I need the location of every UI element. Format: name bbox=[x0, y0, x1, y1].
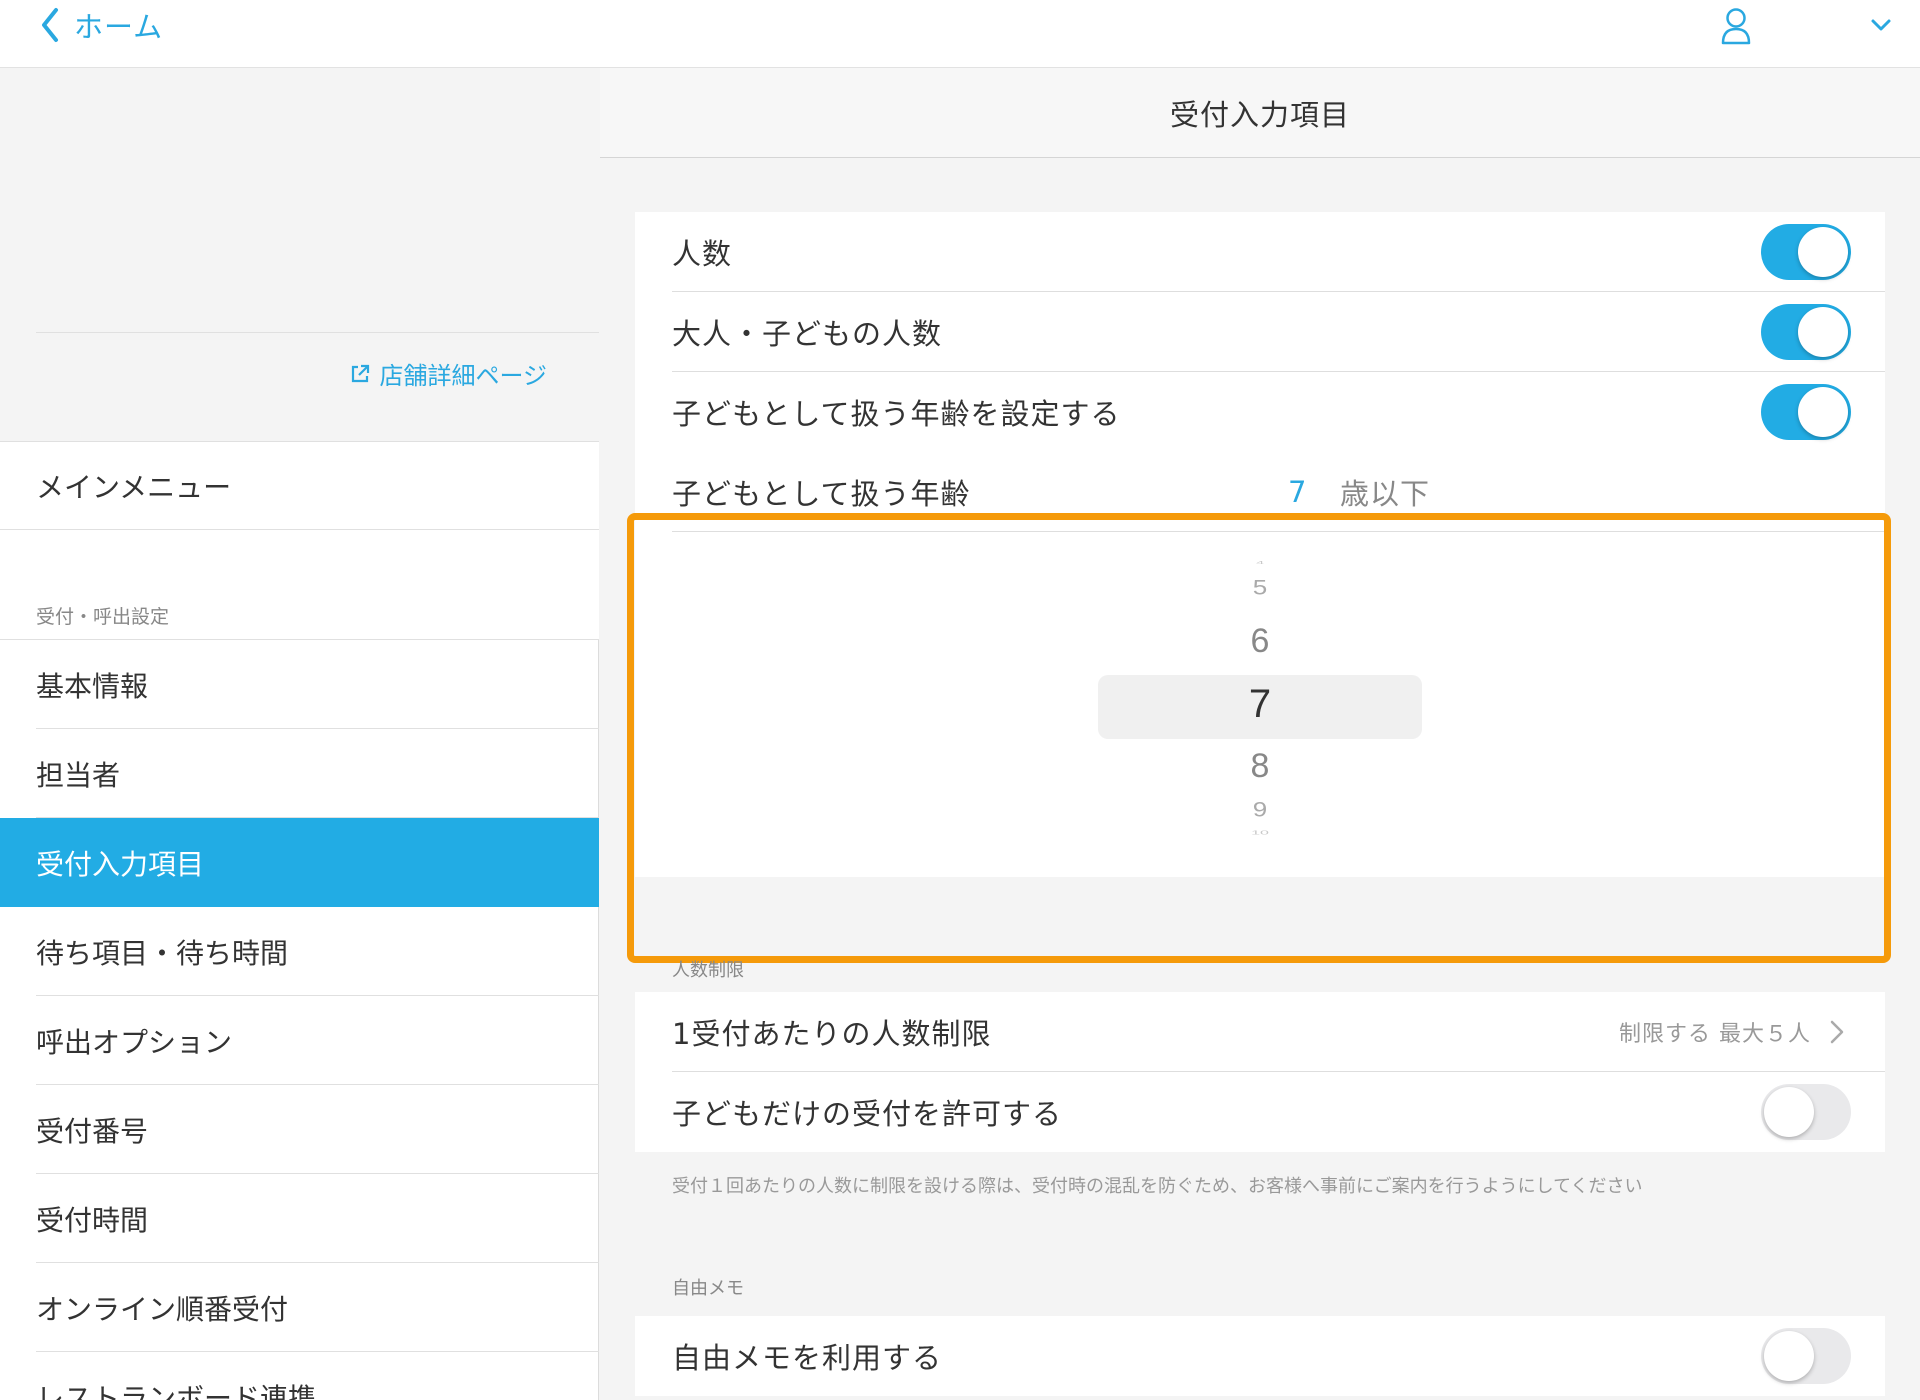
sidebar-item-reception-number[interactable]: 受付番号 bbox=[0, 1085, 599, 1174]
picker-option[interactable]: 6 bbox=[1160, 622, 1360, 661]
limit-note: 受付１回あたりの人数に制限を設ける際は、受付時の混乱を防ぐため、お客様へ事前にご… bbox=[672, 1176, 1643, 1197]
sidebar-section: 受付・呼出設定 bbox=[0, 530, 599, 639]
child-age-label: 子どもとして扱う年齢 bbox=[672, 477, 971, 511]
children-only-row: 子どもだけの受付を許可する bbox=[635, 1072, 1885, 1152]
sidebar: 店舗詳細ページ メインメニュー 受付・呼出設定 基本情報 担当者 受付入力項目 … bbox=[0, 68, 599, 1400]
picker-option[interactable]: 10 bbox=[1160, 830, 1360, 836]
setting-label: 子どもとして扱う年齢を設定する bbox=[672, 397, 1121, 431]
store-detail-link-label: 店舗詳細ページ bbox=[379, 362, 547, 390]
back-button[interactable]: ホーム bbox=[38, 4, 163, 46]
sidebar-item-input-fields[interactable]: 受付入力項目 bbox=[0, 818, 599, 907]
per-reception-limit-value: 制限する 最大５人 bbox=[1619, 1022, 1811, 1047]
sidebar-item-staff[interactable]: 担当者 bbox=[0, 729, 599, 818]
setting-label: 人数 bbox=[672, 237, 733, 271]
memo-card: 自由メモを利用する bbox=[635, 1316, 1885, 1396]
setting-label: 大人・子どもの人数 bbox=[672, 317, 943, 351]
per-reception-limit-label: 1受付あたりの人数制限 bbox=[672, 1017, 992, 1051]
child-age-enable-toggle[interactable] bbox=[1761, 384, 1851, 440]
setting-row-child-age-enable: 子どもとして扱う年齢を設定する bbox=[635, 372, 1885, 452]
children-only-label: 子どもだけの受付を許可する bbox=[672, 1097, 1063, 1131]
picker-option[interactable]: 8 bbox=[1160, 747, 1360, 786]
limit-card: 1受付あたりの人数制限 制限する 最大５人 子どもだけの受付を許可する bbox=[635, 992, 1885, 1152]
sidebar-item-call-options[interactable]: 呼出オプション bbox=[0, 996, 599, 1085]
per-reception-limit-row[interactable]: 1受付あたりの人数制限 制限する 最大５人 bbox=[635, 992, 1885, 1072]
page-title: 受付入力項目 bbox=[600, 68, 1920, 158]
chevron-right-icon bbox=[1830, 1020, 1844, 1044]
sidebar-section-header: 受付・呼出設定 bbox=[36, 606, 170, 628]
chevron-down-icon[interactable] bbox=[1866, 10, 1896, 40]
sidebar-item-online-queue[interactable]: オンライン順番受付 bbox=[0, 1263, 599, 1352]
age-picker-wheel[interactable]: 4 5 6 7 8 9 10 bbox=[635, 532, 1885, 877]
use-memo-row: 自由メモを利用する bbox=[635, 1316, 1885, 1396]
top-bar: ホーム bbox=[0, 0, 1920, 68]
setting-row-adult-child: 大人・子どもの人数 bbox=[635, 292, 1885, 372]
memo-section-header: 自由メモ bbox=[672, 1278, 744, 1299]
sidebar-item-restaurant-board[interactable]: レストランボード連携 bbox=[0, 1352, 599, 1400]
external-link-icon bbox=[352, 364, 370, 382]
user-icon[interactable] bbox=[1720, 6, 1752, 46]
settings-card: 人数 大人・子どもの人数 子どもとして扱う年齢を設定する 子どもとして扱う年齢 … bbox=[635, 212, 1885, 877]
store-detail-link[interactable]: 店舗詳細ページ bbox=[349, 356, 547, 391]
sidebar-item-basic-info[interactable]: 基本情報 bbox=[0, 640, 599, 729]
limit-section-header: 人数制限 bbox=[672, 960, 744, 981]
picker-option-selected[interactable]: 7 bbox=[1160, 682, 1360, 727]
store-header: 店舗詳細ページ bbox=[0, 68, 599, 442]
main-panel: 受付入力項目 人数 大人・子どもの人数 子どもとして扱う年齢を設定する 子どもと… bbox=[600, 68, 1920, 1400]
chevron-left-icon bbox=[42, 8, 58, 42]
per-reception-limit-detail: 制限する 最大５人 bbox=[1619, 1016, 1845, 1048]
people-count-toggle[interactable] bbox=[1761, 224, 1851, 280]
sidebar-nav: 基本情報 担当者 受付入力項目 待ち項目・待ち時間 呼出オプション 受付番号 受… bbox=[0, 639, 599, 1400]
use-memo-label: 自由メモを利用する bbox=[672, 1341, 943, 1375]
divider bbox=[36, 332, 599, 333]
sidebar-item-reception-hours[interactable]: 受付時間 bbox=[0, 1174, 599, 1263]
sidebar-item-wait-time[interactable]: 待ち項目・待ち時間 bbox=[0, 907, 599, 996]
sidebar-item-main-menu[interactable]: メインメニュー bbox=[0, 442, 599, 530]
child-age-value: 7 bbox=[1288, 475, 1308, 509]
child-age-unit: 歳以下 bbox=[1340, 477, 1431, 511]
use-memo-toggle[interactable] bbox=[1761, 1328, 1851, 1384]
child-age-row[interactable]: 子どもとして扱う年齢 7 歳以下 bbox=[635, 452, 1885, 532]
adult-child-toggle[interactable] bbox=[1761, 304, 1851, 360]
picker-option[interactable]: 9 bbox=[1160, 797, 1360, 822]
picker-option[interactable]: 5 bbox=[1160, 575, 1360, 600]
back-button-label: ホーム bbox=[74, 10, 164, 44]
setting-row-people-count: 人数 bbox=[635, 212, 1885, 292]
picker-option[interactable]: 4 bbox=[1160, 559, 1360, 565]
children-only-toggle[interactable] bbox=[1761, 1084, 1851, 1140]
